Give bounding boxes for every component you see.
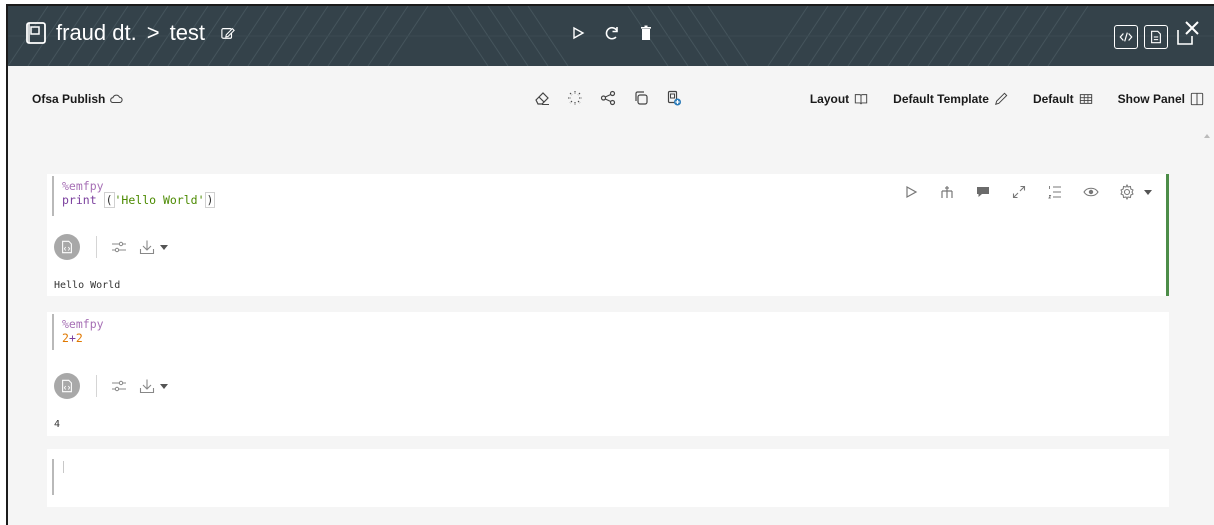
toolbar-actions bbox=[534, 90, 682, 106]
paragraph-toolbar bbox=[903, 184, 1153, 200]
sparkle-icon[interactable] bbox=[567, 90, 583, 106]
download-icon[interactable] bbox=[139, 239, 155, 255]
interpreter-label: Ofsa Publish bbox=[32, 92, 106, 106]
output-toolbar bbox=[54, 373, 169, 399]
add-doc-icon[interactable] bbox=[666, 90, 682, 106]
paragraph-2[interactable]: %emfpy 2+2 4 bbox=[47, 312, 1169, 436]
book-icon bbox=[855, 94, 868, 105]
notebook-toolbar: Ofsa Publish Layout Default Template Def… bbox=[8, 66, 1214, 134]
pencil-icon bbox=[995, 92, 1008, 105]
show-panel-label: Show Panel bbox=[1117, 92, 1185, 106]
sliders-icon[interactable] bbox=[111, 239, 127, 255]
share-icon[interactable] bbox=[600, 90, 616, 106]
notebook-icon bbox=[26, 22, 46, 44]
code-number: 2 bbox=[75, 331, 83, 345]
run-icon[interactable] bbox=[903, 184, 919, 200]
eraser-icon[interactable] bbox=[534, 90, 550, 106]
close-icon[interactable] bbox=[1174, 16, 1202, 46]
code-magic: %emfpy bbox=[62, 179, 104, 193]
code-paren-close: ) bbox=[204, 192, 216, 208]
paragraph-1[interactable]: %emfpy print ('Hello World') Hello World bbox=[47, 174, 1169, 296]
output-toolbar bbox=[54, 234, 169, 260]
split-icon[interactable] bbox=[939, 184, 955, 200]
code-keyword: print bbox=[62, 193, 97, 207]
header-right-controls bbox=[1114, 21, 1202, 52]
chevron-down-icon[interactable] bbox=[1143, 187, 1153, 197]
panel-icon bbox=[1190, 92, 1204, 106]
code-file-icon bbox=[62, 379, 72, 393]
text-cursor bbox=[63, 461, 64, 473]
edit-icon[interactable] bbox=[221, 26, 235, 40]
delete-icon[interactable] bbox=[638, 24, 654, 42]
default-label: Default bbox=[1032, 92, 1074, 106]
paragraph-output: Hello World bbox=[54, 280, 121, 291]
table-icon bbox=[1079, 94, 1092, 104]
paragraph-name[interactable]: test bbox=[170, 20, 205, 46]
template-label: Default Template bbox=[893, 92, 989, 106]
notebook-header: fraud dt. > test bbox=[8, 6, 1214, 66]
notebook-title: fraud dt. > test bbox=[24, 20, 235, 46]
chevron-down-icon[interactable] bbox=[159, 381, 169, 391]
code-operator: + bbox=[68, 331, 76, 345]
default-layout-button[interactable]: Default bbox=[1033, 92, 1093, 106]
comments-icon[interactable] bbox=[975, 184, 991, 200]
sliders-icon[interactable] bbox=[111, 378, 127, 394]
header-actions bbox=[570, 24, 654, 42]
cloud-icon bbox=[110, 94, 123, 104]
line-numbers-icon[interactable] bbox=[1047, 184, 1063, 200]
show-panel-button[interactable]: Show Panel bbox=[1118, 92, 1204, 106]
code-view-button[interactable] bbox=[1114, 25, 1138, 49]
code-string: 'Hello World' bbox=[114, 193, 205, 207]
chevron-down-icon[interactable] bbox=[159, 242, 169, 252]
code-editor[interactable]: %emfpy print ('Hello World') bbox=[52, 176, 216, 216]
scroll-up-icon[interactable] bbox=[1204, 134, 1210, 138]
code-view-icon bbox=[1119, 32, 1133, 42]
output-type-button[interactable] bbox=[54, 234, 80, 260]
paragraph-3[interactable] bbox=[47, 449, 1169, 507]
download-icon[interactable] bbox=[139, 378, 155, 394]
copy-icon[interactable] bbox=[633, 90, 649, 106]
interpreter-selector[interactable]: Ofsa Publish bbox=[32, 92, 123, 106]
output-type-button[interactable] bbox=[54, 373, 80, 399]
divider bbox=[96, 236, 97, 258]
breadcrumb-separator: > bbox=[146, 20, 160, 45]
template-button[interactable]: Default Template bbox=[893, 92, 1008, 106]
code-file-icon bbox=[62, 240, 72, 254]
run-all-icon[interactable] bbox=[570, 24, 586, 42]
layout-label: Layout bbox=[809, 92, 850, 106]
expand-icon[interactable] bbox=[1011, 184, 1027, 200]
visibility-icon[interactable] bbox=[1083, 184, 1099, 200]
code-editor[interactable]: %emfpy 2+2 bbox=[52, 314, 104, 350]
toolbar-right: Layout Default Template Default Show Pan… bbox=[810, 92, 1204, 106]
report-view-button[interactable] bbox=[1144, 25, 1168, 49]
code-editor[interactable] bbox=[52, 459, 62, 495]
notebook-window: fraud dt. > test Ofsa Publish Layout Def… bbox=[6, 4, 1214, 525]
code-paren-open: ( bbox=[103, 192, 115, 208]
settings-icon[interactable] bbox=[1119, 184, 1135, 200]
report-view-icon bbox=[1151, 30, 1161, 44]
code-magic: %emfpy bbox=[62, 317, 104, 331]
notebook-name[interactable]: fraud dt. bbox=[56, 20, 137, 46]
paragraph-output: 4 bbox=[54, 419, 61, 430]
layout-button[interactable]: Layout bbox=[810, 92, 868, 106]
divider bbox=[96, 375, 97, 397]
code-number: 2 bbox=[62, 331, 69, 345]
refresh-icon[interactable] bbox=[604, 24, 620, 42]
